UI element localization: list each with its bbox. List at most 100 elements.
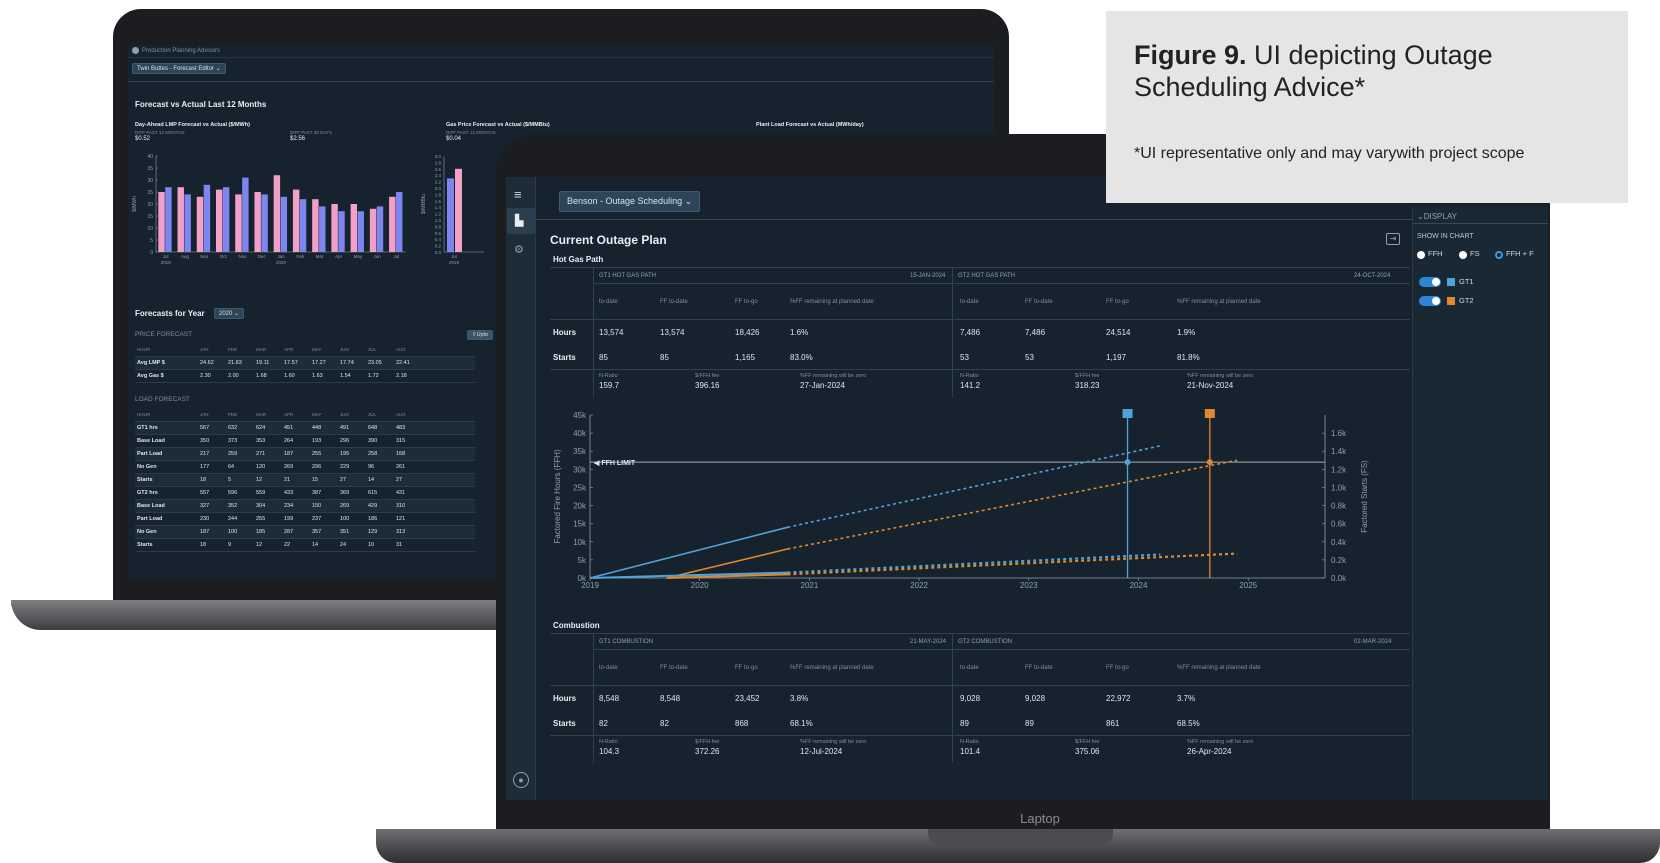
column-header: JUL	[368, 347, 377, 352]
table-cell: 483	[396, 425, 406, 431]
y-tick-label: 20k	[573, 502, 587, 511]
table-cell: 7,486	[960, 328, 981, 337]
sub-label: N-Ratio	[960, 373, 979, 379]
forecast-editor-dropdown[interactable]: Twin Buttes - Forecast Editor ⌄	[132, 63, 226, 74]
radio-fs[interactable]	[1459, 251, 1467, 259]
export-icon[interactable]: ⇥	[1386, 233, 1400, 245]
table-cell: 195	[340, 451, 350, 457]
table-cell: Starts	[137, 477, 153, 483]
gt1-label: GT1 COMBUSTION	[599, 639, 654, 645]
column-header: FF to-go	[735, 299, 758, 305]
sub-label: $/FFH fee	[1075, 373, 1100, 379]
table-cell: 271	[256, 451, 266, 457]
column-header: MAY	[312, 412, 322, 417]
sidebar-item-chart[interactable]: ▙	[507, 208, 535, 234]
year-select[interactable]: 2020 ⌄	[214, 308, 245, 319]
figure-note: *UI representative only and may varywith…	[1134, 145, 1525, 162]
series-line-forecast	[787, 552, 1238, 576]
table-row: No Gen 177 64 120 269 296 229 96 261	[135, 461, 475, 474]
bar	[312, 199, 319, 252]
table-cell: 100	[228, 529, 238, 535]
menu-icon[interactable]: ≡	[514, 187, 522, 202]
y-tick-label: 20	[147, 202, 153, 208]
table-cell: GT1 hrs	[137, 425, 158, 431]
x-tick-label: Jul	[163, 254, 169, 259]
row-label: Hours	[553, 328, 577, 337]
sub-label: N-Ratio	[960, 739, 979, 745]
user-avatar-icon[interactable]: ●	[513, 772, 529, 788]
radio-ffh-fs[interactable]	[1495, 251, 1503, 259]
upload-button[interactable]: ⇧Uplo	[467, 330, 493, 340]
display-title[interactable]: ⌄DISPLAY	[1417, 212, 1457, 221]
column-header: JUN	[340, 412, 349, 417]
table-cell: 234	[284, 503, 294, 509]
limit-crossing-point	[1206, 459, 1213, 466]
gt1-toggle[interactable]	[1419, 277, 1441, 287]
table-cell: 8,548	[660, 694, 681, 703]
y-tick-label: 30k	[573, 465, 587, 474]
table-cell: Part Load	[137, 516, 163, 522]
table-cell: 24,514	[1106, 328, 1131, 337]
gt2-toggle[interactable]	[1419, 296, 1441, 306]
y-tick-label: 15	[147, 214, 153, 220]
x-tick-label: 2019	[581, 581, 599, 590]
row-label: Hours	[553, 694, 577, 703]
series-line-forecast	[787, 459, 1238, 550]
column-header: AUG	[396, 347, 406, 352]
table-cell: 632	[228, 425, 238, 431]
y-tick-label: 1.6	[435, 199, 442, 204]
y-tick-label: 10k	[573, 538, 587, 547]
sub-label: N-Ratio	[599, 739, 618, 745]
section-title: Hot Gas Path	[553, 255, 604, 264]
table-cell: 53	[1025, 353, 1034, 362]
table-cell: Avg LMP $	[137, 360, 165, 366]
bar	[455, 168, 462, 252]
y-axis-label: $/MWh	[132, 196, 138, 212]
table-cell: 350	[200, 438, 210, 444]
table-cell: 861	[1106, 719, 1120, 728]
table-cell: 9	[228, 542, 232, 548]
table-cell: 353	[256, 438, 266, 444]
sidebar-item-settings[interactable]: ⚙	[514, 243, 524, 256]
bar	[292, 189, 300, 252]
x-tick-label: Aug	[181, 254, 190, 259]
x-tick-label: Apr	[335, 254, 343, 259]
table-cell: 373	[228, 438, 238, 444]
divider	[593, 283, 1410, 284]
column-header: FEB	[228, 412, 237, 417]
stage: Production Planning Advisors Twin Buttes…	[0, 0, 1660, 863]
column-header: FF to-go	[735, 665, 758, 671]
table-cell: 261	[396, 464, 406, 470]
table-cell: 187	[200, 529, 210, 535]
column-header: FF to-go	[1106, 299, 1129, 305]
table-cell: 387	[312, 490, 322, 496]
bar	[196, 196, 204, 252]
table-cell: 390	[368, 438, 378, 444]
limit-crossing-point	[1124, 459, 1131, 466]
x-tick-label: 2025	[1239, 581, 1257, 590]
table-cell: 24	[340, 542, 347, 548]
table-cell: 17.57	[284, 360, 298, 366]
sub-value: 12-Jul-2024	[800, 747, 843, 756]
table-cell: 1,165	[735, 353, 756, 362]
table-cell: 559	[256, 490, 266, 496]
sub-label: %FF remaining will be zero	[800, 739, 867, 745]
sub-value: 104.3	[599, 747, 620, 756]
table-row: Starts 18 5 12 21 15 27 14 27	[135, 474, 475, 487]
y-tick-label: 40k	[573, 429, 587, 438]
table-cell: 68.5%	[1177, 719, 1200, 728]
radio-ffh[interactable]	[1417, 251, 1425, 259]
table-cell: 557	[200, 490, 210, 496]
section-title: Combustion	[553, 621, 600, 630]
y-tick-label: 1.2	[435, 212, 442, 217]
table-cell: Part Load	[137, 451, 163, 457]
y-axis-label: Factored Fire Hours (FFH)	[553, 449, 562, 544]
gt1-date: 15-JAN-2024	[910, 273, 946, 279]
outage-scheduling-dropdown[interactable]: Benson - Outage Scheduling ⌄	[559, 191, 701, 212]
sub-value: 141.2	[960, 381, 981, 390]
table-cell: 369	[340, 490, 350, 496]
y-tick-label: 0.6	[435, 231, 442, 236]
table-cell: 68.1%	[790, 719, 813, 728]
y-tick-label: 1.4	[435, 205, 442, 210]
sub-label: $/FFH fee	[1075, 739, 1100, 745]
